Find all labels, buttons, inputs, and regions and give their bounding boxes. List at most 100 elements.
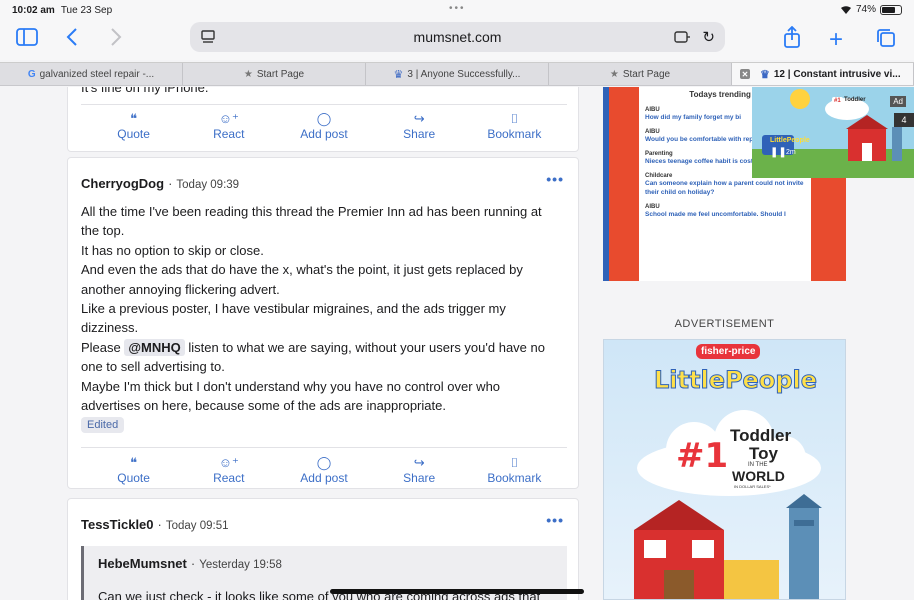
react-button[interactable]: ☺⁺ React [189,111,269,153]
ad-rank: #1 [676,436,729,476]
trending-link[interactable]: School made me feel uncomfortable. Shoul… [645,210,805,219]
multitask-dots-icon[interactable]: ••• [449,3,466,14]
post-text-partial: It's fine on my iPhone. [81,87,209,95]
tab-bar: G galvanized steel repair -... ★ Start P… [0,62,914,86]
add-post-button[interactable]: ◯ Add post [284,455,364,497]
bookmark-button[interactable]: ⌷ Bookmark [474,455,554,497]
text-segment: Please [81,339,121,355]
divider [81,447,567,448]
browser-toolbar: mumsnet.com ↻ + [0,20,914,60]
cloud-graphic [637,410,821,496]
quote-label: Quote [117,127,150,141]
pause-icon[interactable]: ❚❚ [770,147,787,158]
tab-4[interactable]: ★ Start Page [549,63,732,85]
home-indicator[interactable] [330,589,584,594]
status-bar: 10:02 am Tue 23 Sep ••• 74% [0,0,914,20]
react-label: React [213,127,245,141]
separator-dot: · [157,517,162,532]
post-body: All the time I've been reading this thre… [81,202,561,415]
post-header: CherryogDog · Today 09:39 [81,176,239,191]
status-time: 10:02 am [12,4,55,16]
post-time: Today 09:51 [165,520,229,532]
quote-button[interactable]: ❝ Quote [94,111,174,153]
google-icon: G [27,68,36,80]
status-date: Tue 23 Sep [60,4,113,16]
ad-rank-badge: #1 [832,97,843,105]
mumsnet-icon: ♛ [760,68,770,81]
video-ad-overlay[interactable]: #1 Toddler LittlePeople ❚❚ 2m Ad 4 [752,87,914,178]
add-post-label: Add post [300,471,348,485]
post-line: And even the ads that do have the x, wha… [81,262,523,297]
ad-badge[interactable]: Ad [890,96,906,107]
tab-1[interactable]: G galvanized steel repair -... [0,63,183,85]
ad-brand: fisher-price [696,344,761,359]
quote-header: HebeMumsnet · Yesterday 19:58 [98,556,282,571]
trending-item[interactable]: AIBU School made me feel uncomfortable. S… [645,204,805,219]
edited-badge[interactable]: Edited [81,417,125,433]
tab-label: 3 | Anyone Successfully... [407,68,521,80]
forward-icon[interactable] [110,28,122,46]
post-line: Please @MNHQ listen to what we are sayin… [81,338,561,377]
more-options-icon[interactable]: ••• [546,512,564,528]
star-icon: ★ [609,68,619,80]
ad-counter: 4 [894,113,914,127]
ad-line-2: Toy [749,444,778,463]
add-post-button[interactable]: ◯ Add post [284,111,364,153]
display-ad[interactable]: fisher-price LittlePeople #1 Toddler Toy… [603,339,846,600]
ad-toddler-text: Toddler [844,97,866,103]
address-bar[interactable]: mumsnet.com ↻ [190,22,725,52]
share-arrow-icon: ↪ [413,455,425,470]
close-tab-icon[interactable]: ✕ [740,69,750,79]
back-icon[interactable] [66,28,78,46]
tab-label: Start Page [622,68,671,80]
advertisement-label: ADVERTISEMENT [674,318,775,330]
post-author[interactable]: CherryogDog [81,176,164,191]
share-icon[interactable] [783,26,801,48]
ad-product-logo: LittlePeople [653,366,818,395]
mention-tag[interactable]: @MNHQ [124,338,185,356]
post-author[interactable]: TessTickle0 [81,517,154,532]
post-line: All the time I've been reading this thre… [81,204,542,239]
video-time: 2m [786,149,796,156]
share-button[interactable]: ↪ Share [379,111,459,153]
post-actions: ❝ Quote ☺⁺ React ◯ Add post ↪ Share ⌷ Bookmar… [68,111,580,153]
quote-author[interactable]: HebeMumsnet [98,556,187,571]
quote-label: Quote [117,471,150,485]
ad-product-text: LittlePeople [770,137,810,144]
quote-button[interactable]: ❝ Quote [94,455,174,497]
separator-dot: · [190,556,196,571]
tab-label: 12 | Constant intrusive vi... [773,68,901,80]
page-menu-icon[interactable] [200,29,216,48]
more-options-icon[interactable]: ••• [546,171,564,187]
bookmark-label: Bookmark [487,471,542,485]
react-button[interactable]: ☺⁺ React [189,455,269,497]
battery-fill [882,6,896,13]
extension-icon[interactable] [673,29,691,48]
url-text[interactable]: mumsnet.com [414,29,502,45]
tab-3[interactable]: ♛ 3 | Anyone Successfully... [366,63,549,85]
share-button[interactable]: ↪ Share [379,455,459,497]
new-tab-icon[interactable]: + [829,26,843,54]
reload-icon[interactable]: ↻ [702,28,715,46]
tab-2[interactable]: ★ Start Page [183,63,366,85]
battery-icon [880,4,902,15]
post-line: Maybe I'm thick but I don't understand w… [81,378,501,414]
bookmark-button[interactable]: ⌷ Bookmark [474,111,554,153]
tab-label: Start Page [256,68,305,80]
bookmark-icon: ⌷ [510,455,519,470]
post-card: TessTickle0 · Today 09:51 ••• HebeMumsne… [67,498,579,600]
thread-column: It's fine on my iPhone. ❝ Quote ☺⁺ React ◯… [0,87,600,600]
post-line: Like a previous poster, I have vestibula… [81,301,506,336]
speech-bubble-icon: ◯ [316,111,332,126]
post-time: Today 09:39 [176,179,240,191]
ad-line-5: IN DOLLAR SALES* [734,484,771,489]
post-header: TessTickle0 · Today 09:51 [81,517,229,532]
trending-link[interactable]: Can someone explain how a parent could n… [645,179,805,197]
tab-5-active[interactable]: ✕ ♛ 12 | Constant intrusive vi... [732,63,914,85]
tabs-overview-icon[interactable] [876,28,896,48]
react-icon: ☺⁺ [218,455,239,470]
sidebar-toggle-icon[interactable] [16,28,38,46]
ad-line-1: Toddler [730,426,792,445]
quote-time: Yesterday 19:58 [199,559,282,571]
post-card: CherryogDog · Today 09:39 ••• All the ti… [67,157,579,489]
